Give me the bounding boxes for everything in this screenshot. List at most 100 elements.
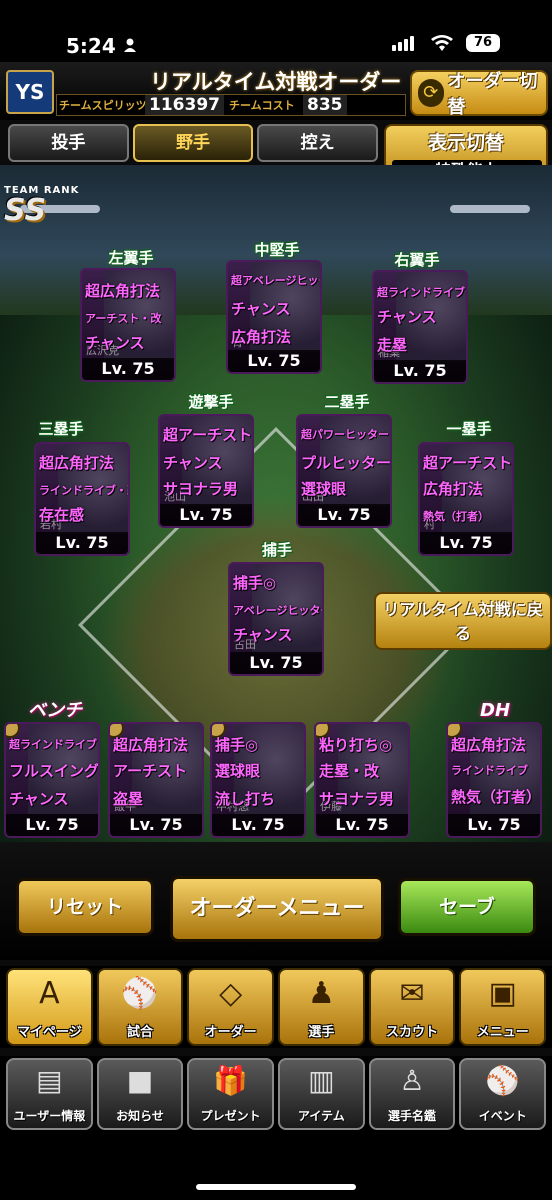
swap-icon: ⟳ xyxy=(418,79,444,107)
skill-2: フルスイング xyxy=(9,762,100,780)
nav-label: マイページ xyxy=(16,1025,82,1040)
order-switch-button[interactable]: ⟳ オーダー切替 xyxy=(410,70,548,118)
skill-2: ラインドライブ・改 xyxy=(39,484,130,497)
nav-label: プレゼント xyxy=(200,1109,261,1123)
player-level: Lv. 75 xyxy=(374,360,466,382)
nav-present[interactable]: 🎁 プレゼント xyxy=(187,1058,275,1130)
nav-label: アイテム xyxy=(297,1109,345,1123)
nav-label: イベント xyxy=(478,1109,527,1123)
player-card-rf[interactable]: 稲葉 超ラインドライブ チャンス 走塁 Lv. 75 xyxy=(372,270,468,384)
nav-scout[interactable]: ✉ スカウト xyxy=(368,968,456,1046)
player-card-1b[interactable]: 村 超アーチスト 広角打法 熱気（打者） Lv. 75 xyxy=(418,442,514,556)
bench-card[interactable]: 中村悠 捕手◎ 選球眼 流し打ち Lv. 75 xyxy=(210,722,306,838)
nav-mypage[interactable]: A マイページ xyxy=(6,968,93,1046)
nav-label: スカウト xyxy=(386,1025,439,1040)
player-level: Lv. 75 xyxy=(160,504,252,526)
player-level: Lv. 75 xyxy=(230,652,322,674)
nav-menu[interactable]: ▣ メニュー xyxy=(459,968,547,1046)
skill-2: チャンス xyxy=(377,308,437,326)
skill-2: 走塁・改 xyxy=(319,762,380,780)
nav-order[interactable]: ◇ オーダー xyxy=(187,968,275,1046)
player-level: Lv. 75 xyxy=(298,504,390,526)
player-card-cf[interactable]: 青 超アベレージヒッター チャンス 広角打法 Lv. 75 xyxy=(226,260,322,374)
skill-3: チャンス xyxy=(85,334,145,352)
nav-label: ユーザー情報 xyxy=(13,1109,86,1123)
skill-2: アーチスト xyxy=(113,762,188,780)
mypage-icon: A xyxy=(39,976,60,1011)
skill-3: 広角打法 xyxy=(231,328,292,346)
nav-news[interactable]: ■ お知らせ xyxy=(96,1058,184,1130)
player-card-ss[interactable]: 池山 超アーチスト チャンス サヨナラ男 Lv. 75 xyxy=(158,414,254,528)
skill-2: プルヒッター xyxy=(301,454,392,472)
skill-3: サヨナラ男 xyxy=(163,480,239,498)
spirits-label: チームスピリッツ xyxy=(59,99,147,112)
order-menu-button[interactable]: オーダーメニュー xyxy=(170,876,384,942)
position-label-1b: 一塁手 xyxy=(446,420,492,438)
skill-2: 選球眼 xyxy=(215,762,261,780)
nav-label: メニュー xyxy=(476,1025,529,1040)
player-level: Lv. 75 xyxy=(36,532,128,554)
menu-icon: ▣ xyxy=(488,976,517,1011)
position-label-3b: 三塁手 xyxy=(38,420,84,438)
home-indicator[interactable] xyxy=(196,1184,356,1190)
bench-card[interactable]: 伊藤 粘り打ち◎ 走塁・改 サヨナラ男 Lv. 75 xyxy=(314,722,410,838)
nav-label: 試合 xyxy=(127,1025,154,1040)
position-label-cf: 中堅手 xyxy=(254,241,300,259)
cost-value: 835 xyxy=(303,95,347,115)
tab-pitcher[interactable]: 投手 xyxy=(8,124,129,162)
tab-fielder[interactable]: 野手 xyxy=(132,124,254,162)
skill-1: 超広角打法 xyxy=(85,282,161,300)
skill-3: チャンス xyxy=(9,790,69,808)
player-directory-icon: ♙ xyxy=(399,1064,425,1097)
skill-3: 走塁 xyxy=(377,336,408,354)
display-toggle-label: 表示切替 xyxy=(427,132,504,154)
nav-match[interactable]: ⚾ 試合 xyxy=(96,968,184,1046)
nav-player-directory[interactable]: ♙ 選手名鑑 xyxy=(368,1058,456,1130)
skill-3: 熱気（打者） xyxy=(423,510,489,523)
battery-icon: 76 xyxy=(466,34,500,52)
stadium-light xyxy=(450,205,530,213)
event-icon: ⚾ xyxy=(485,1064,521,1097)
nav-user-info[interactable]: ▤ ユーザー情報 xyxy=(6,1058,93,1130)
skill-1: 超広角打法 xyxy=(113,736,189,754)
return-to-realtime-button[interactable]: リアルタイム対戦に戻る xyxy=(374,592,552,650)
nav-label: 選手名鑑 xyxy=(388,1109,437,1123)
player-level: Lv. 75 xyxy=(448,814,540,836)
player-level: Lv. 75 xyxy=(420,532,512,554)
dh-card[interactable]: 超広角打法 ラインドライブ 熱気（打者） Lv. 75 xyxy=(446,722,542,838)
save-button[interactable]: セーブ xyxy=(398,878,536,936)
position-label-rf: 右翼手 xyxy=(394,251,440,269)
player-level: Lv. 75 xyxy=(316,814,408,836)
player-card-3b[interactable]: 岩村 超広角打法 ラインドライブ・改 存在感 Lv. 75 xyxy=(34,442,130,556)
player-level: Lv. 75 xyxy=(82,358,174,380)
bench-card[interactable]: 超ラインドライブ フルスイング チャンス Lv. 75 xyxy=(4,722,100,838)
nav-event[interactable]: ⚾ イベント xyxy=(459,1058,547,1130)
main-nav: A マイページ ⚾ 試合 ◇ オーダー ♟ 選手 ✉ スカウト ▣ メニュー xyxy=(0,966,552,1048)
skill-3: 存在感 xyxy=(39,506,85,524)
player-card-lf[interactable]: 広沢克 超広角打法 アーチスト・改 チャンス Lv. 75 xyxy=(80,268,176,382)
reset-button[interactable]: リセット xyxy=(16,878,154,936)
wifi-icon xyxy=(431,35,453,51)
bench-label: ベンチ xyxy=(28,700,82,721)
item-icon: ▥ xyxy=(308,1064,335,1097)
sub-nav: ▤ ユーザー情報 ■ お知らせ 🎁 プレゼント ▥ アイテム ♙ 選手名鑑 ⚾ … xyxy=(0,1056,552,1132)
skill-1: 捕手◎ xyxy=(215,736,259,754)
nav-players[interactable]: ♟ 選手 xyxy=(278,968,365,1046)
dh-label: DH xyxy=(480,700,511,721)
tab-reserve[interactable]: 控え xyxy=(257,124,379,162)
position-label-2b: 二塁手 xyxy=(324,393,370,411)
player-card-2b[interactable]: 山田 超パワーヒッター プルヒッター 選球眼 Lv. 75 xyxy=(296,414,392,528)
nav-label: お知らせ xyxy=(116,1109,164,1123)
team-stats: チームスピリッツ 116397 チームコスト 835 xyxy=(56,94,406,116)
player-level: Lv. 75 xyxy=(228,350,320,372)
team-rank: TEAM RANK SS xyxy=(4,185,79,226)
bench-card[interactable]: 飯平 超広角打法 アーチスト 盗塁 Lv. 75 xyxy=(108,722,204,838)
player-card-c[interactable]: 古田 捕手◎ アベレージヒッター・改 チャンス Lv. 75 xyxy=(228,562,324,676)
position-tabs: 投手 野手 控え xyxy=(8,124,379,162)
team-logo: YS xyxy=(6,70,54,114)
order-switch-label: オーダー切替 xyxy=(447,71,538,118)
skill-1: 捕手◎ xyxy=(233,574,277,592)
position-label-c: 捕手 xyxy=(261,541,292,559)
nav-item[interactable]: ▥ アイテム xyxy=(278,1058,365,1130)
skill-2: アベレージヒッター・改 xyxy=(233,604,322,617)
